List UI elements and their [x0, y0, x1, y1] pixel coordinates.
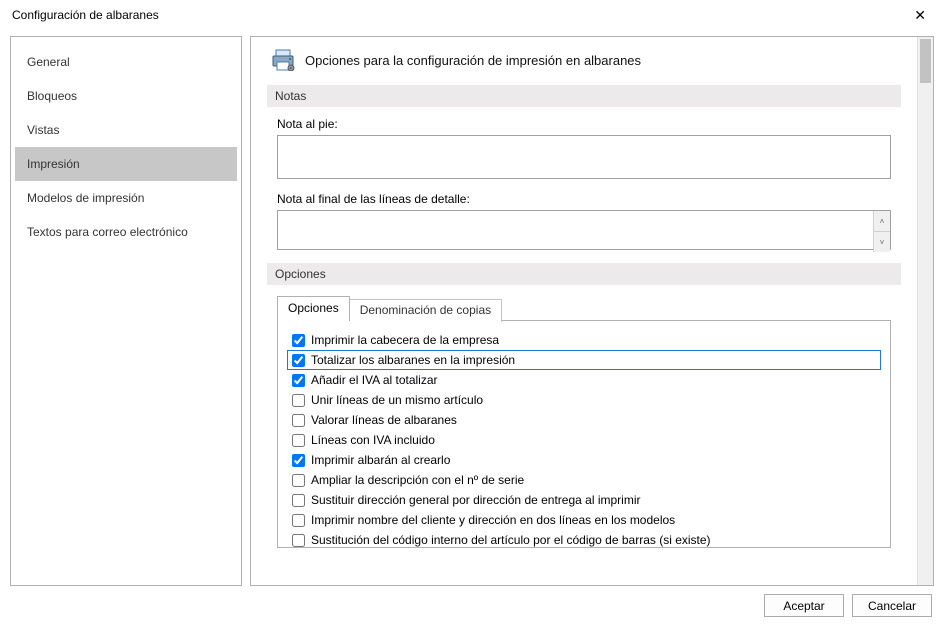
- option-checkbox-row[interactable]: Imprimir la cabecera de la empresa: [292, 333, 876, 347]
- window-title: Configuración de albaranes: [12, 8, 159, 22]
- option-checkbox[interactable]: [292, 414, 305, 427]
- option-checkbox-label: Valorar líneas de albaranes: [311, 413, 457, 427]
- option-checkbox-row[interactable]: Añadir el IVA al totalizar: [292, 373, 876, 387]
- sidebar-item-modelos[interactable]: Modelos de impresión: [15, 181, 237, 215]
- chevron-down-icon[interactable]: ˅: [874, 232, 890, 252]
- content-panel: Opciones para la configuración de impres…: [251, 37, 917, 585]
- tab-opciones[interactable]: Opciones: [277, 296, 350, 321]
- nota-pie-label: Nota al pie:: [277, 117, 891, 131]
- option-checkbox-label: Añadir el IVA al totalizar: [311, 373, 438, 387]
- sidebar-item-bloqueos[interactable]: Bloqueos: [15, 79, 237, 113]
- option-checkbox[interactable]: [292, 514, 305, 527]
- option-checkbox[interactable]: [292, 434, 305, 447]
- option-checkbox-row[interactable]: Imprimir albarán al crearlo: [292, 453, 876, 467]
- scrollbar-track[interactable]: [918, 85, 933, 585]
- option-checkbox-row[interactable]: Sustitución del código interno del artíc…: [292, 533, 876, 547]
- option-checkbox-label: Sustitución del código interno del artíc…: [311, 533, 711, 547]
- section-header-opciones: Opciones: [267, 263, 901, 285]
- option-checkbox-row[interactable]: Sustituir dirección general por direcció…: [292, 493, 876, 507]
- option-checkbox-label: Ampliar la descripción con el nº de seri…: [311, 473, 524, 487]
- option-checkbox-label: Totalizar los albaranes en la impresión: [311, 353, 515, 367]
- option-checkbox[interactable]: [292, 394, 305, 407]
- option-checkbox[interactable]: [292, 454, 305, 467]
- option-checkbox[interactable]: [292, 474, 305, 487]
- option-checkbox-label: Imprimir albarán al crearlo: [311, 453, 450, 467]
- option-checkbox-row[interactable]: Totalizar los albaranes en la impresión: [287, 350, 881, 370]
- tab-denominacion[interactable]: Denominación de copias: [350, 299, 502, 322]
- section-header-notas: Notas: [267, 85, 901, 107]
- option-checkbox-label: Sustituir dirección general por direcció…: [311, 493, 640, 507]
- option-checkbox-row[interactable]: Ampliar la descripción con el nº de seri…: [292, 473, 876, 487]
- accept-button[interactable]: Aceptar: [764, 594, 844, 617]
- option-checkbox-label: Líneas con IVA incluido: [311, 433, 435, 447]
- option-checkbox-row[interactable]: Unir líneas de un mismo artículo: [292, 393, 876, 407]
- option-checkbox-row[interactable]: Líneas con IVA incluido: [292, 433, 876, 447]
- option-checkbox-label: Imprimir nombre del cliente y dirección …: [311, 513, 675, 527]
- cancel-button[interactable]: Cancelar: [852, 594, 932, 617]
- option-checkbox[interactable]: [292, 534, 305, 547]
- chevron-up-icon[interactable]: ˄: [874, 211, 890, 232]
- option-checkbox[interactable]: [292, 334, 305, 347]
- scrollbar-thumb[interactable]: [920, 39, 931, 83]
- option-checkbox-label: Unir líneas de un mismo artículo: [311, 393, 483, 407]
- option-checkbox-row[interactable]: Imprimir nombre del cliente y dirección …: [292, 513, 876, 527]
- option-checkbox[interactable]: [292, 494, 305, 507]
- close-icon[interactable]: ✕: [906, 3, 934, 28]
- spinner-control[interactable]: ˄ ˅: [873, 211, 890, 252]
- tab-body: Imprimir la cabecera de la empresa Totali…: [277, 320, 891, 548]
- scrollbar-vertical[interactable]: [917, 37, 933, 585]
- sidebar-item-textos[interactable]: Textos para correo electrónico: [15, 215, 237, 249]
- page-title: Opciones para la configuración de impres…: [305, 53, 641, 68]
- option-checkbox[interactable]: [292, 374, 305, 387]
- option-checkbox[interactable]: [292, 354, 305, 367]
- sidebar: General Bloqueos Vistas Impresión Modelo…: [10, 36, 242, 586]
- nota-pie-input[interactable]: [277, 135, 891, 179]
- sidebar-item-general[interactable]: General: [15, 45, 237, 79]
- printer-icon: [271, 49, 295, 71]
- option-checkbox-row[interactable]: Valorar líneas de albaranes: [292, 413, 876, 427]
- option-checkbox-label: Imprimir la cabecera de la empresa: [311, 333, 499, 347]
- sidebar-item-impresion[interactable]: Impresión: [15, 147, 237, 181]
- nota-detalle-label: Nota al final de las líneas de detalle:: [277, 192, 891, 206]
- sidebar-item-vistas[interactable]: Vistas: [15, 113, 237, 147]
- nota-detalle-input[interactable]: [277, 210, 891, 250]
